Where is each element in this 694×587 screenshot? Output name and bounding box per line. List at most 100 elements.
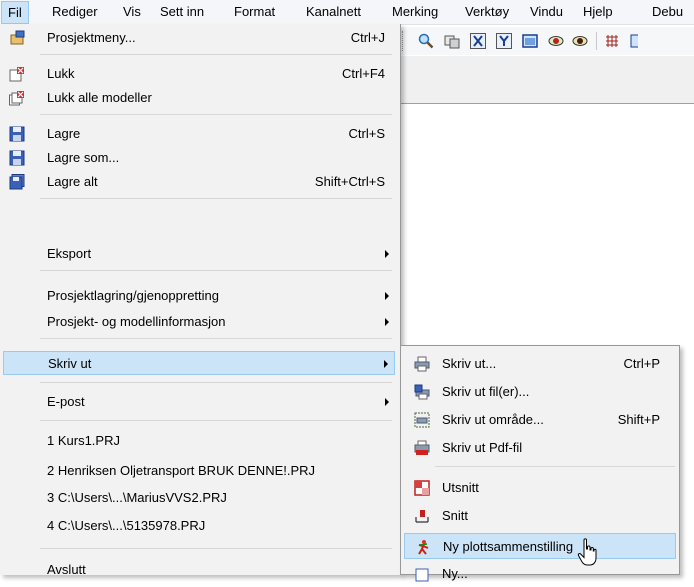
menu-vindu[interactable]: Vindu bbox=[530, 3, 563, 21]
eye-filter-icon[interactable] bbox=[572, 33, 588, 49]
submenu-item-skriv-ut-omrade[interactable]: Skriv ut område... Shift+P bbox=[404, 407, 676, 433]
menu-item-label: Lagre som... bbox=[47, 150, 120, 165]
submenu-item-label: Snitt bbox=[442, 508, 469, 523]
mouse-cursor-icon bbox=[577, 538, 597, 568]
submenu-item-utsnitt[interactable]: Utsnitt bbox=[404, 475, 676, 501]
new-item-icon bbox=[414, 566, 430, 582]
menu-item-label: 4 C:\Users\...\5135978.PRJ bbox=[47, 518, 206, 533]
menu-fil[interactable]: Fil bbox=[1, 1, 29, 24]
menu-rediger[interactable]: Rediger bbox=[52, 3, 98, 21]
submenu-item-skriv-ut-pdf[interactable]: Skriv ut Pdf-fil bbox=[404, 435, 676, 461]
menu-item-label: E-post bbox=[47, 394, 85, 409]
close-file-icon bbox=[9, 66, 25, 82]
menu-item-avslutt[interactable]: Avslutt bbox=[3, 558, 395, 582]
save-as-icon bbox=[9, 150, 25, 166]
partial-icon[interactable] bbox=[630, 33, 638, 49]
menu-item-epost[interactable]: E-post bbox=[3, 390, 395, 414]
menu-item-label: 2 Henriksen Oljetransport BRUK DENNE!.PR… bbox=[47, 463, 316, 478]
submenu-item-label: Ny... bbox=[442, 566, 468, 581]
toolbar-grip bbox=[402, 31, 405, 51]
menu-separator bbox=[40, 382, 392, 383]
menu-item-eksport[interactable]: Eksport bbox=[3, 242, 395, 266]
menu-format[interactable]: Format bbox=[234, 3, 275, 21]
menu-bar: Fil Rediger Vis Sett inn Format Kanalnet… bbox=[0, 0, 694, 25]
menu-item-label: Prosjekt- og modellinformasjon bbox=[47, 314, 226, 329]
printer-icon bbox=[414, 356, 430, 372]
menu-debug[interactable]: Debu bbox=[652, 3, 683, 21]
pdf-printer-icon bbox=[414, 440, 430, 456]
menu-kanalnett[interactable]: Kanalnett bbox=[306, 3, 361, 21]
menu-item-label: Prosjektmeny... bbox=[47, 30, 136, 45]
submenu-item-ny[interactable]: Ny... bbox=[404, 561, 676, 587]
view-icon[interactable] bbox=[444, 33, 460, 49]
submenu-arrow-icon bbox=[385, 318, 389, 326]
submenu-item-label: Skriv ut område... bbox=[442, 412, 544, 427]
menu-hjelp[interactable]: Hjelp bbox=[583, 3, 613, 21]
toolbar-separator bbox=[596, 32, 597, 50]
print-submenu: Skriv ut... Ctrl+P Skriv ut fil(er)... S… bbox=[400, 345, 680, 582]
print-area-icon bbox=[414, 412, 430, 428]
submenu-item-shortcut: Shift+P bbox=[617, 412, 660, 427]
submenu-arrow-icon bbox=[385, 250, 389, 258]
menu-item-lagre-som[interactable]: Lagre som... bbox=[3, 146, 395, 170]
save-all-icon bbox=[9, 174, 25, 190]
submenu-item-skriv-ut-filer[interactable]: Skriv ut fil(er)... bbox=[404, 379, 676, 405]
menu-merking[interactable]: Merking bbox=[392, 3, 438, 21]
menu-item-label: 1 Kurs1.PRJ bbox=[47, 433, 120, 448]
x-axis-icon[interactable] bbox=[470, 33, 486, 49]
submenu-item-skriv-ut[interactable]: Skriv ut... Ctrl+P bbox=[404, 351, 676, 377]
menu-item-label: Lukk alle modeller bbox=[47, 90, 152, 105]
menu-separator bbox=[40, 338, 392, 339]
submenu-item-snitt[interactable]: Snitt bbox=[404, 503, 676, 529]
save-icon bbox=[9, 126, 25, 142]
section-icon bbox=[414, 508, 430, 524]
menu-item-shortcut: Ctrl+S bbox=[348, 126, 385, 141]
menu-item-label: Lagre bbox=[47, 126, 81, 141]
submenu-arrow-icon bbox=[385, 398, 389, 406]
menu-item-shortcut: Ctrl+J bbox=[350, 30, 385, 45]
menu-separator bbox=[40, 54, 392, 55]
menu-item-shortcut: Ctrl+F4 bbox=[342, 66, 385, 81]
submenu-item-ny-plottsammenstilling[interactable]: Ny plottsammenstilling bbox=[404, 533, 676, 559]
menu-item-recent-2[interactable]: 2 Henriksen Oljetransport BRUK DENNE!.PR… bbox=[3, 459, 395, 483]
submenu-item-label: Ny plottsammenstilling bbox=[443, 539, 574, 554]
plot-layout-icon bbox=[415, 539, 431, 555]
menu-sett-inn[interactable]: Sett inn bbox=[160, 3, 204, 21]
menu-item-label: Skriv ut bbox=[48, 356, 92, 371]
window-icon[interactable] bbox=[522, 33, 538, 49]
menu-item-label: 3 C:\Users\...\MariusVVS2.PRJ bbox=[47, 490, 227, 505]
menu-item-lagre-alt[interactable]: Lagre alt Shift+Ctrl+S bbox=[3, 170, 395, 194]
submenu-item-label: Skriv ut... bbox=[442, 356, 497, 371]
menu-item-recent-3[interactable]: 3 C:\Users\...\MariusVVS2.PRJ bbox=[3, 486, 395, 510]
grid-icon[interactable] bbox=[604, 33, 620, 49]
submenu-separator bbox=[435, 466, 675, 467]
menu-item-recent-4[interactable]: 4 C:\Users\...\5135978.PRJ bbox=[3, 514, 395, 538]
menu-item-lagre[interactable]: Lagre Ctrl+S bbox=[3, 122, 395, 146]
menu-item-label: Avslutt bbox=[47, 562, 86, 577]
menu-item-lukk[interactable]: Lukk Ctrl+F4 bbox=[3, 62, 395, 86]
submenu-item-label: Skriv ut fil(er)... bbox=[442, 384, 530, 399]
submenu-item-label: Skriv ut Pdf-fil bbox=[442, 440, 523, 455]
menu-separator bbox=[40, 114, 392, 115]
submenu-item-shortcut: Ctrl+P bbox=[623, 356, 660, 371]
menu-item-prosjektlagring[interactable]: Prosjektlagring/gjenoppretting bbox=[3, 284, 395, 308]
menu-item-prosjektmeny[interactable]: Prosjektmeny... Ctrl+J bbox=[3, 26, 395, 50]
close-all-icon bbox=[9, 90, 25, 106]
menu-separator bbox=[40, 420, 392, 421]
menu-item-skriv-ut[interactable]: Skriv ut bbox=[3, 351, 395, 375]
menu-verktoy[interactable]: Verktøy bbox=[465, 3, 509, 21]
eye-icon[interactable] bbox=[548, 33, 564, 49]
menu-separator bbox=[40, 198, 392, 199]
menu-separator bbox=[40, 270, 392, 271]
menu-vis[interactable]: Vis bbox=[123, 3, 141, 21]
menu-item-lukk-alle[interactable]: Lukk alle modeller bbox=[3, 86, 395, 110]
menu-item-label: Lukk bbox=[47, 66, 75, 81]
y-axis-icon[interactable] bbox=[496, 33, 512, 49]
menu-item-recent-1[interactable]: 1 Kurs1.PRJ bbox=[3, 429, 395, 453]
app-background bbox=[398, 56, 694, 104]
menu-item-prosjektinfo[interactable]: Prosjekt- og modellinformasjon bbox=[3, 310, 395, 334]
submenu-arrow-icon bbox=[384, 360, 388, 368]
menu-item-label: Prosjektlagring/gjenoppretting bbox=[47, 288, 219, 303]
zoom-icon[interactable] bbox=[418, 33, 434, 49]
project-menu-icon bbox=[9, 30, 25, 46]
